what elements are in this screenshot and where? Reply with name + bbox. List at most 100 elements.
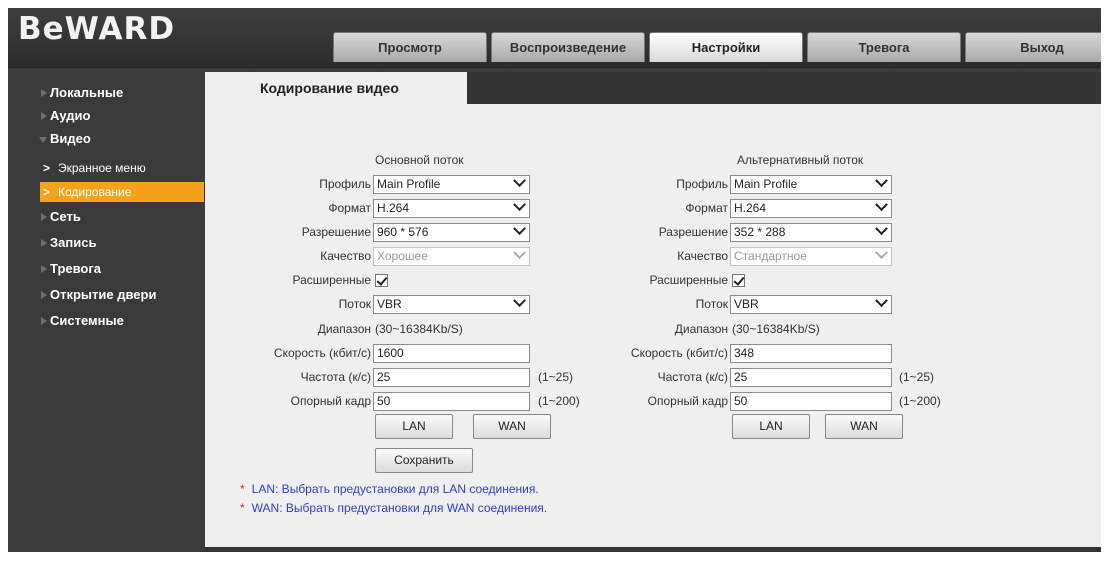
alt-profile-select[interactable]: Main Profile (730, 174, 892, 194)
chevron-right-icon: > (43, 185, 51, 199)
main-format-label: Формат (328, 201, 371, 215)
main-stream-title: Основной поток (375, 153, 464, 167)
triangle-right-icon (41, 265, 47, 273)
alt-fps-label: Частота (к/с) (657, 370, 728, 384)
main-keyframe-label: Опорный кадр (290, 394, 371, 408)
alt-lan-button[interactable]: LAN (732, 414, 810, 439)
main-profile-value: Main Profile (377, 177, 441, 191)
sidebar-item-label: Экранное меню (58, 161, 146, 175)
alt-format-select[interactable]: H.264 (730, 198, 892, 218)
note-star: * (240, 501, 245, 515)
main-quality-label: Качество (320, 249, 371, 263)
main-stream-type-label: Поток (338, 297, 371, 311)
triangle-down-icon (39, 137, 47, 143)
alt-stream-type-label: Поток (695, 297, 728, 311)
sidebar-item-video[interactable]: Видео (8, 128, 205, 150)
sidebar-item-label: Тревога (50, 261, 102, 276)
alt-stream-type-select[interactable]: VBR (730, 294, 892, 314)
main-format-select[interactable]: H.264 (373, 198, 530, 218)
main-quality-value: Хорошее (377, 249, 428, 263)
alt-fps-hint: (1~25) (899, 370, 935, 384)
sidebar-item-label: Запись (50, 235, 97, 250)
sidebar-item-door[interactable]: Открытие двери (8, 284, 205, 306)
alt-fps-input[interactable]: 25 (730, 368, 892, 387)
sidebar-item-system[interactable]: Системные (8, 310, 205, 332)
main-keyframe-input[interactable]: 50 (373, 392, 530, 411)
alt-quality-label: Качество (677, 249, 728, 263)
chevron-down-icon (513, 294, 526, 308)
main-stream-type-select[interactable]: VBR (373, 294, 530, 314)
chevron-down-icon (875, 174, 888, 188)
main-bitrate-label: Скорость (кбит/с) (273, 346, 371, 360)
sidebar-item-alarm[interactable]: Тревога (8, 258, 205, 280)
alt-quality-value: Стандартное (734, 249, 807, 263)
alt-resolution-value: 352 * 288 (734, 225, 786, 239)
page-title: Кодирование видео (205, 72, 467, 104)
sidebar-item-audio[interactable]: Аудио (8, 105, 205, 127)
wan-note: * WAN: Выбрать предустановки для WAN соед… (240, 501, 547, 515)
main-advanced-checkbox[interactable] (375, 274, 388, 287)
alt-resolution-select[interactable]: 352 * 288 (730, 222, 892, 242)
tab-alarm[interactable]: Тревога (807, 32, 961, 62)
lan-note: * LAN: Выбрать предустановки для LAN соед… (240, 482, 539, 496)
alt-range-value: (30~16384Kb/S) (732, 322, 820, 336)
wan-note-text: WAN: Выбрать предустановки для WAN соеди… (251, 501, 548, 515)
sidebar-item-label: Видео (50, 131, 91, 146)
alt-bitrate-input[interactable]: 348 (730, 344, 892, 363)
alt-keyframe-input[interactable]: 50 (730, 392, 892, 411)
triangle-right-icon (41, 291, 47, 299)
tab-playback[interactable]: Воспроизведение (491, 32, 645, 62)
alt-format-value: H.264 (734, 201, 767, 215)
sidebar-item-label: Кодирование (58, 185, 132, 199)
main-quality-select: Хорошее (373, 246, 530, 266)
sidebar-item-local[interactable]: Локальные (8, 82, 205, 104)
sidebar-item-label: Сеть (50, 209, 81, 224)
tab-settings[interactable]: Настройки (649, 32, 803, 62)
main-stream-type-value: VBR (377, 297, 402, 311)
triangle-right-icon (41, 112, 47, 120)
sidebar-subitem-encoding[interactable]: > Кодирование (40, 182, 204, 202)
main-lan-button[interactable]: LAN (375, 414, 453, 439)
main-wan-button[interactable]: WAN (473, 414, 551, 439)
alt-profile-value: Main Profile (734, 177, 798, 191)
save-button[interactable]: Сохранить (375, 448, 473, 473)
alt-advanced-label: Расширенные (649, 273, 728, 287)
lan-note-text: LAN: Выбрать предустановки для LAN соеди… (251, 482, 539, 496)
main-fps-input[interactable]: 25 (373, 368, 530, 387)
alt-format-label: Формат (685, 201, 728, 215)
chevron-down-icon (875, 294, 888, 308)
alt-resolution-label: Разрешение (658, 225, 728, 239)
main-fps-hint: (1~25) (538, 370, 574, 384)
main-bitrate-input[interactable]: 1600 (373, 344, 530, 363)
main-resolution-label: Разрешение (301, 225, 371, 239)
sidebar-item-network[interactable]: Сеть (8, 206, 205, 228)
alt-stream-title: Альтернативный поток (737, 153, 864, 167)
chevron-down-icon (875, 198, 888, 212)
sidebar-item-label: Открытие двери (50, 287, 157, 302)
main-resolution-value: 960 * 576 (377, 225, 429, 239)
alt-wan-button[interactable]: WAN (825, 414, 903, 439)
alt-advanced-checkbox[interactable] (732, 274, 745, 287)
alt-bitrate-label: Скорость (кбит/с) (630, 346, 728, 360)
chevron-down-icon (513, 198, 526, 212)
alt-profile-label: Профиль (676, 177, 728, 191)
main-profile-select[interactable]: Main Profile (373, 174, 530, 194)
tab-live-view[interactable]: Просмотр (333, 32, 487, 62)
header: BeWARD Просмотр Воспроизведение Настройк… (8, 8, 1101, 68)
sidebar-subitem-osd[interactable]: > Экранное меню (40, 158, 204, 178)
main-resolution-select[interactable]: 960 * 576 (373, 222, 530, 242)
tab-logout[interactable]: Выход (965, 32, 1101, 62)
triangle-right-icon (41, 317, 47, 325)
sidebar-item-label: Локальные (50, 85, 124, 100)
chevron-down-icon (513, 174, 526, 188)
main-format-value: H.264 (377, 201, 410, 215)
main-range-value: (30~16384Kb/S) (375, 322, 463, 336)
chevron-down-icon (875, 246, 888, 260)
triangle-right-icon (41, 213, 47, 221)
top-nav: Просмотр Воспроизведение Настройки Трево… (333, 32, 1101, 62)
sidebar-item-record[interactable]: Запись (8, 232, 205, 254)
app-window: BeWARD Просмотр Воспроизведение Настройк… (8, 8, 1101, 552)
content-area: Кодирование видео Основной поток Профиль… (205, 72, 1101, 552)
chevron-down-icon (513, 246, 526, 260)
triangle-right-icon (41, 89, 47, 97)
